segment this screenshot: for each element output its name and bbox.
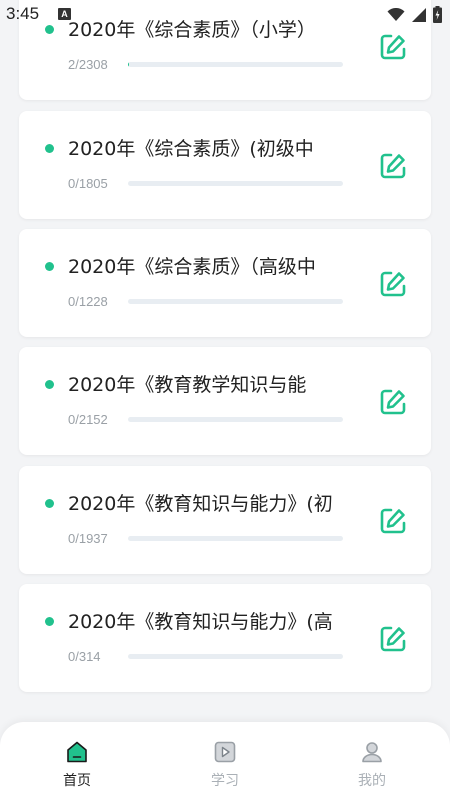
user-icon xyxy=(362,742,382,763)
exam-title: 2020年《教育教学知识与能 xyxy=(68,374,307,396)
tab-mine[interactable]: 我的 xyxy=(332,740,412,790)
exam-card[interactable]: 2020年《教育知识与能力》(高 0/314 xyxy=(19,584,431,692)
progress-count: 2/2308 xyxy=(68,57,108,72)
exam-title: 2020年《教育知识与能力》(高 xyxy=(68,611,333,633)
exam-title: 2020年《教育知识与能力》(初 xyxy=(68,493,333,515)
progress-count: 0/2152 xyxy=(68,412,108,427)
status-bar: 3:45 A xyxy=(0,0,450,30)
progress-count: 0/1937 xyxy=(68,531,108,546)
exam-card[interactable]: 2020年《教育教学知识与能 0/2152 xyxy=(19,347,431,455)
progress-bar xyxy=(128,654,343,659)
tab-study[interactable]: 学习 xyxy=(185,740,265,790)
exam-title: 2020年《综合素质》（高级中 xyxy=(68,256,316,278)
tab-home[interactable]: 首页 xyxy=(37,740,117,790)
edit-icon[interactable] xyxy=(377,150,409,182)
wifi-icon xyxy=(387,7,405,21)
progress-count: 0/1805 xyxy=(68,176,108,191)
home-icon xyxy=(67,741,87,763)
status-dot xyxy=(45,617,54,626)
exam-card[interactable]: 2020年《教育知识与能力》(初 0/1937 xyxy=(19,466,431,574)
play-icon xyxy=(214,741,236,763)
status-icons xyxy=(387,6,442,23)
status-dot xyxy=(45,499,54,508)
exam-card[interactable]: 2020年《综合素质》(初级中 0/1805 xyxy=(19,111,431,219)
progress-bar xyxy=(128,181,343,186)
status-dot xyxy=(45,144,54,153)
edit-icon[interactable] xyxy=(377,505,409,537)
edit-icon[interactable] xyxy=(377,623,409,655)
progress-count: 0/314 xyxy=(68,649,101,664)
progress-bar xyxy=(128,299,343,304)
status-time: 3:45 xyxy=(6,4,40,23)
progress-bar xyxy=(128,417,343,422)
edit-icon[interactable] xyxy=(377,268,409,300)
tab-label: 学习 xyxy=(211,773,239,789)
progress-bar xyxy=(128,536,343,541)
signal-icon xyxy=(412,7,426,22)
progress-count: 0/1228 xyxy=(68,294,108,309)
progress-bar xyxy=(128,62,343,67)
tab-label: 首页 xyxy=(63,773,91,789)
edit-icon[interactable] xyxy=(377,386,409,418)
tab-label: 我的 xyxy=(358,773,386,789)
exam-title: 2020年《综合素质》(初级中 xyxy=(68,138,314,160)
edit-icon[interactable] xyxy=(377,31,409,63)
battery-icon xyxy=(433,6,442,23)
exam-card[interactable]: 2020年《综合素质》（高级中 0/1228 xyxy=(19,229,431,337)
bottom-tab-bar: 首页 学习 我的 xyxy=(0,722,450,801)
status-dot xyxy=(45,380,54,389)
notification-badge: A xyxy=(58,8,71,20)
status-dot xyxy=(45,262,54,271)
